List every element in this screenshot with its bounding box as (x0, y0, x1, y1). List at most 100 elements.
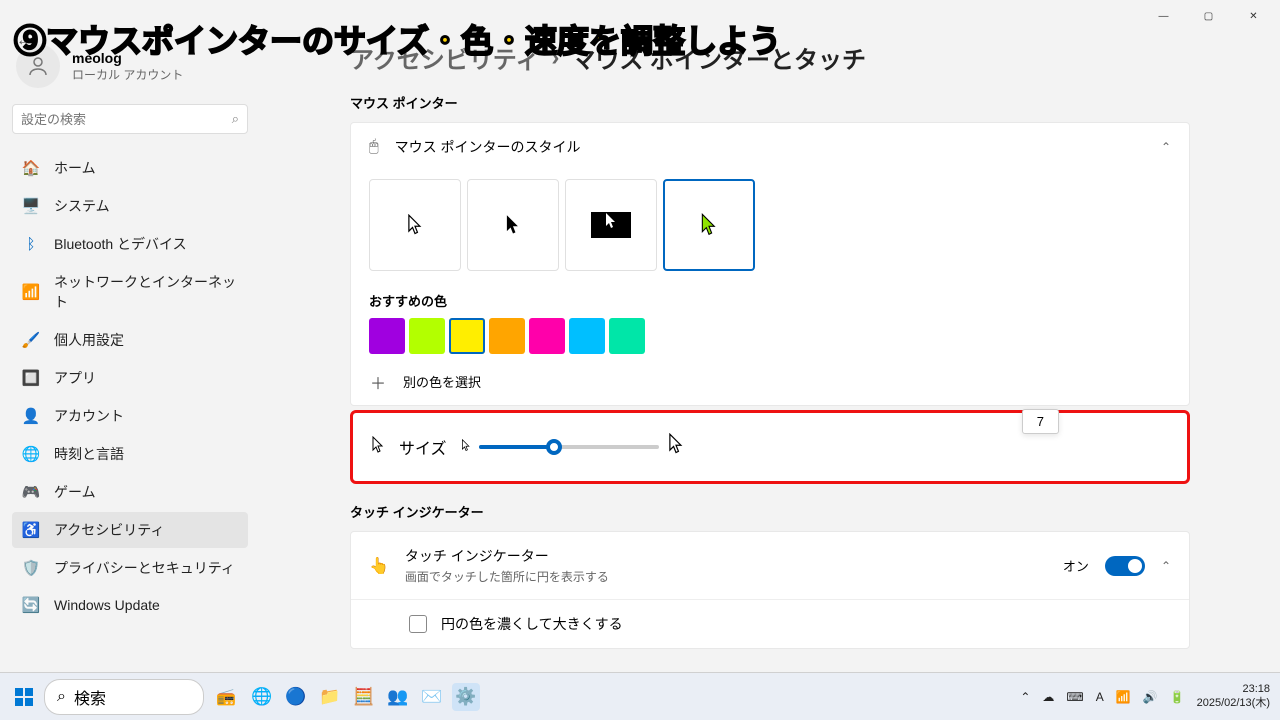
settings-search[interactable]: ⌕ (12, 104, 248, 134)
nav-icon: 📶 (22, 283, 40, 301)
breadcrumb-current: マウス ポインターとタッチ (571, 40, 866, 75)
toggle-label: オン (1063, 556, 1089, 575)
sidebar-item[interactable]: ᛒBluetooth とデバイス (12, 226, 248, 262)
choose-another-color[interactable]: ＋ 別の色を選択 (369, 364, 1171, 399)
weather-icon: 📻 (216, 687, 236, 707)
user-profile[interactable]: meolog ローカル アカウント (12, 40, 248, 104)
sidebar-item[interactable]: 🛡️プライバシーとセキュリティ (12, 550, 248, 586)
nav-label: アプリ (54, 368, 96, 388)
nav-label: Windows Update (54, 597, 160, 613)
taskbar-clock[interactable]: 23:18 2025/02/13(木) (1197, 683, 1270, 709)
touch-toggle[interactable] (1105, 556, 1145, 576)
chevron-up-icon: ⌃ (1161, 559, 1171, 573)
tray-keyboard-icon[interactable]: ⌨ (1066, 690, 1083, 704)
color-swatch[interactable] (369, 318, 405, 354)
pointer-style-black[interactable] (467, 179, 559, 271)
sidebar-item[interactable]: 🌐時刻と言語 (12, 436, 248, 472)
tray-wifi-icon[interactable]: 📶 (1116, 690, 1131, 704)
sidebar-item[interactable]: 👤 アカウント (12, 398, 248, 434)
nav-label: アカウント (54, 406, 124, 426)
color-swatch[interactable] (529, 318, 565, 354)
taskbar-teams[interactable]: 👥 (384, 683, 412, 711)
nav-label: システム (54, 196, 110, 216)
sidebar-item[interactable]: 🎮ゲーム (12, 474, 248, 510)
tray-volume-icon[interactable]: 🔊 (1143, 690, 1158, 704)
breadcrumb-sep: › (551, 44, 559, 72)
color-swatch[interactable] (609, 318, 645, 354)
cursor-icon: 🖱 (369, 138, 379, 156)
more-color-label: 別の色を選択 (403, 372, 481, 391)
window-titlebar: — ▢ ✕ (0, 0, 1280, 32)
nav-label: ネットワークとインターネット (54, 272, 238, 312)
color-swatches (369, 318, 1171, 354)
sidebar: meolog ローカル アカウント ⌕ 🏠ホーム 🖥️ システム ᛒBluetooth… (0, 32, 260, 672)
color-swatch[interactable] (449, 318, 485, 354)
touch-indicator-row[interactable]: 👆 タッチ インジケーター 画面でタッチした箇所に円を表示する オン ⌃ (351, 532, 1189, 599)
colors-section: おすすめの色 ＋ 別の色を選択 (351, 291, 1189, 405)
nav-label: アクセシビリティ (54, 520, 164, 540)
taskbar-settings[interactable]: ⚙️ (452, 683, 480, 711)
sidebar-item[interactable]: 🖥️ システム (12, 188, 248, 224)
pointer-style-header[interactable]: 🖱 マウス ポインターのスタイル ⌃ (351, 123, 1189, 171)
nav-icon: ♿ (22, 521, 40, 539)
color-swatch[interactable] (409, 318, 445, 354)
checkbox[interactable] (409, 615, 427, 633)
taskbar-time: 23:18 (1197, 683, 1270, 696)
breadcrumb: アクセシビリティ › マウス ポインターとタッチ (350, 40, 1190, 75)
main-content: アクセシビリティ › マウス ポインターとタッチ マウス ポインター 🖱 マウス… (260, 32, 1280, 672)
tray-ime-icon[interactable]: A (1096, 690, 1104, 704)
start-button[interactable] (10, 683, 38, 711)
touch-indicator-card: 👆 タッチ インジケーター 画面でタッチした箇所に円を表示する オン ⌃ 円の色… (350, 531, 1190, 649)
taskbar-search[interactable]: ⌕検索 (44, 679, 204, 715)
taskbar-explorer[interactable]: 📁 (316, 683, 344, 711)
nav-label: Bluetooth とデバイス (54, 234, 187, 254)
pointer-styles (351, 171, 1189, 291)
taskbar-calculator[interactable]: 🧮 (350, 683, 378, 711)
nav-label: ゲーム (54, 482, 96, 502)
size-label: サイズ (399, 435, 447, 459)
sidebar-item[interactable]: 🔄 Windows Update (12, 588, 248, 622)
pointer-icon (371, 436, 385, 459)
size-value-tooltip: 7 (1022, 409, 1059, 434)
touch-title: タッチ インジケーター (405, 546, 1047, 566)
taskbar-edge[interactable]: 🔵 (282, 683, 310, 711)
tray-battery-icon[interactable]: 🔋 (1170, 690, 1185, 704)
close-button[interactable]: ✕ (1231, 0, 1276, 32)
taskbar-date: 2025/02/13(木) (1197, 697, 1270, 710)
tray-chevron-icon[interactable]: ⌃ (1020, 690, 1030, 704)
search-input[interactable] (21, 112, 232, 127)
taskbar-chrome[interactable]: 🌐 (248, 683, 276, 711)
taskbar-widgets[interactable]: 📻 (210, 687, 242, 707)
nav-list: 🏠ホーム 🖥️ システム ᛒBluetooth とデバイス 📶 ネットワークとインターネッ… (12, 150, 248, 622)
size-slider-group (461, 433, 685, 461)
nav-label: ホーム (54, 158, 96, 178)
sidebar-item[interactable]: 📶 ネットワークとインターネット (12, 264, 248, 320)
search-icon: ⌕ (232, 111, 239, 127)
touch-bold-option[interactable]: 円の色を濃くして大きくする (351, 599, 1189, 648)
taskbar-mail[interactable]: ✉️ (418, 683, 446, 711)
pointer-style-white[interactable] (369, 179, 461, 271)
section-pointer-label: マウス ポインター (350, 93, 1190, 112)
color-swatch[interactable] (569, 318, 605, 354)
sidebar-item[interactable]: 🖌️個人用設定 (12, 322, 248, 358)
minimize-button[interactable]: — (1141, 0, 1186, 32)
tray-onedrive-icon[interactable]: ☁ (1042, 690, 1054, 704)
sidebar-item[interactable]: 🔲アプリ (12, 360, 248, 396)
slider-thumb[interactable] (546, 439, 562, 455)
pointer-style-title: マウス ポインターのスタイル (395, 137, 1145, 157)
small-pointer-icon (461, 439, 471, 455)
nav-icon: 👤 (22, 407, 40, 425)
color-swatch[interactable] (489, 318, 525, 354)
plus-icon: ＋ (369, 373, 387, 391)
sidebar-item[interactable]: 🏠ホーム (12, 150, 248, 186)
maximize-button[interactable]: ▢ (1186, 0, 1231, 32)
breadcrumb-parent[interactable]: アクセシビリティ (350, 40, 539, 75)
pointer-style-custom[interactable] (663, 179, 755, 271)
nav-label: 時刻と言語 (54, 444, 124, 464)
back-button[interactable]: ← (16, 32, 32, 50)
nav-icon: 🖥️ (22, 197, 40, 215)
pointer-style-inverted[interactable] (565, 179, 657, 271)
sidebar-item[interactable]: ♿ アクセシビリティ (12, 512, 248, 548)
nav-icon: 🔄 (22, 596, 40, 614)
size-slider[interactable] (479, 445, 659, 449)
